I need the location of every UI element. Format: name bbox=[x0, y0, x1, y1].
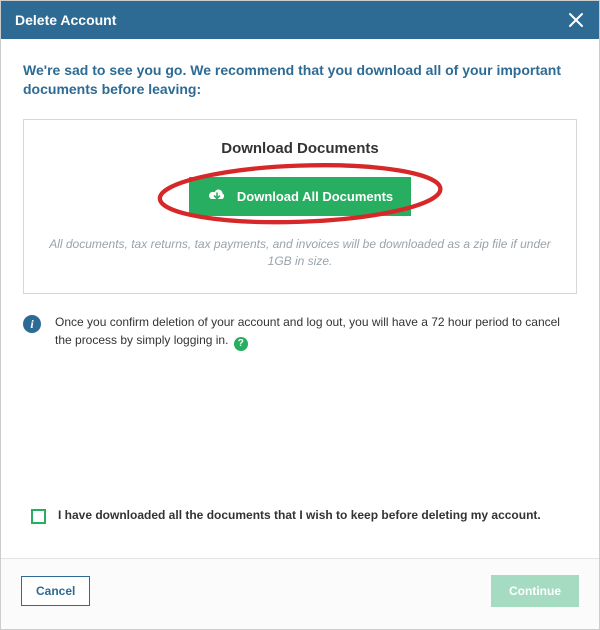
info-text-content: Once you confirm deletion of your accoun… bbox=[55, 315, 560, 346]
modal-title: Delete Account bbox=[15, 12, 116, 28]
confirm-label: I have downloaded all the documents that… bbox=[58, 507, 541, 524]
info-icon: i bbox=[23, 315, 41, 333]
cloud-download-icon bbox=[207, 187, 227, 206]
cancel-button[interactable]: Cancel bbox=[21, 576, 90, 606]
download-button-wrap: Download All Documents bbox=[159, 167, 441, 234]
download-panel: Download Documents Download All Document… bbox=[23, 119, 577, 295]
modal-footer: Cancel Continue bbox=[1, 558, 599, 629]
info-text: Once you confirm deletion of your accoun… bbox=[55, 314, 577, 351]
download-all-button[interactable]: Download All Documents bbox=[189, 177, 411, 216]
close-icon[interactable] bbox=[567, 11, 585, 29]
delete-account-modal: Delete Account We're sad to see you go. … bbox=[0, 0, 600, 630]
intro-text: We're sad to see you go. We recommend th… bbox=[23, 61, 577, 99]
download-title: Download Documents bbox=[44, 140, 556, 157]
confirm-checkbox[interactable] bbox=[31, 509, 46, 524]
download-button-label: Download All Documents bbox=[237, 189, 393, 204]
info-row: i Once you confirm deletion of your acco… bbox=[23, 314, 577, 351]
confirm-row: I have downloaded all the documents that… bbox=[23, 507, 577, 548]
download-note: All documents, tax returns, tax payments… bbox=[44, 236, 556, 270]
continue-button[interactable]: Continue bbox=[491, 575, 579, 607]
modal-body: We're sad to see you go. We recommend th… bbox=[1, 39, 599, 558]
help-icon[interactable]: ? bbox=[234, 337, 248, 351]
modal-header: Delete Account bbox=[1, 1, 599, 39]
